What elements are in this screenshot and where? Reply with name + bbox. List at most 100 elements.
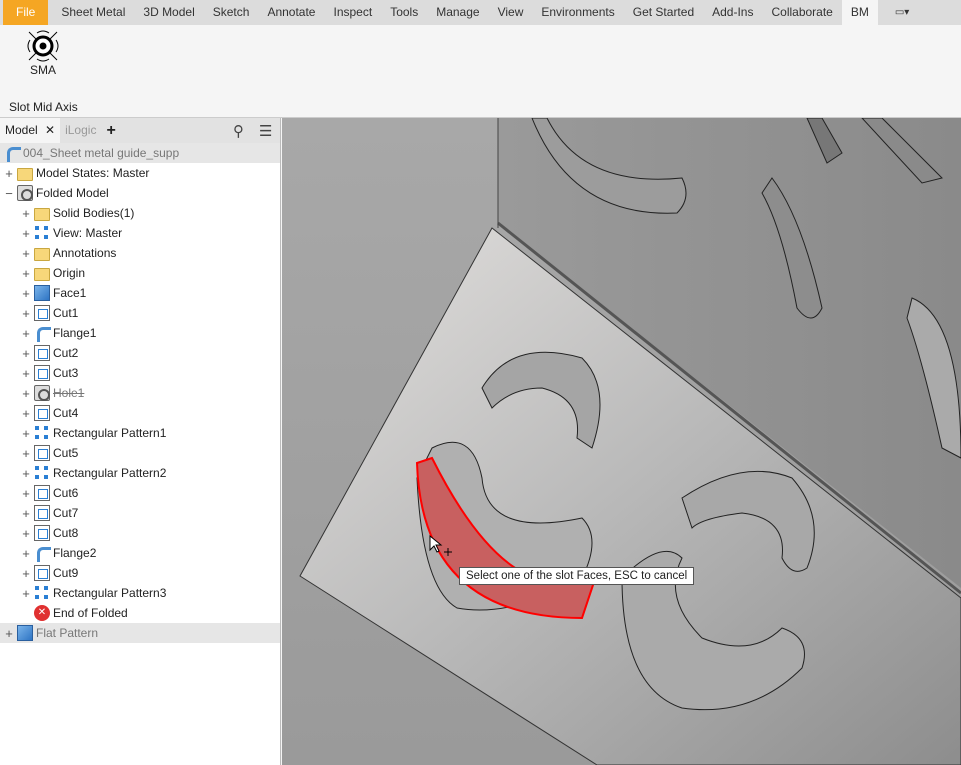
ribbon-tab-collaborate[interactable]: Collaborate (762, 0, 841, 25)
menu-icon[interactable]: ☰ (259, 122, 272, 140)
pattern-icon (34, 585, 50, 601)
browser-item-label: Cut4 (53, 406, 79, 420)
browser-item[interactable]: + Cut8 (0, 523, 280, 543)
browser-item[interactable]: + Annotations (0, 243, 280, 263)
3d-viewport[interactable] (282, 118, 961, 765)
browser-item-label: Rectangular Pattern2 (53, 466, 167, 480)
browser-item-label: Flat Pattern (36, 626, 99, 640)
browser-item[interactable]: + Rectangular Pattern1 (0, 423, 280, 443)
expand-icon[interactable]: + (21, 406, 31, 421)
browser-item-label: Flange2 (53, 546, 97, 560)
browser-item[interactable]: + View: Master (0, 223, 280, 243)
sheet-metal-part-icon (4, 145, 21, 162)
expand-icon[interactable]: + (21, 506, 31, 521)
browser-item[interactable]: + Solid Bodies(1) (0, 203, 280, 223)
expand-icon[interactable]: + (21, 566, 31, 581)
cut-icon (34, 525, 50, 541)
browser-item[interactable]: + Cut1 (0, 303, 280, 323)
expand-icon[interactable]: + (21, 346, 31, 361)
ribbon-tab-add-ins[interactable]: Add-Ins (703, 0, 762, 25)
ribbon-tab-environments[interactable]: Environments (532, 0, 623, 25)
browser-item[interactable]: + Cut6 (0, 483, 280, 503)
folder-icon (34, 247, 50, 261)
expand-icon[interactable]: + (21, 246, 31, 261)
browser-item[interactable]: + Model States: Master (0, 163, 280, 183)
browser-item[interactable]: + Rectangular Pattern2 (0, 463, 280, 483)
browser-item-label: Cut7 (53, 506, 79, 520)
search-icon[interactable]: ⚲ (233, 122, 244, 140)
ribbon-tab-bm[interactable]: BM (841, 0, 878, 25)
browser-item-label: End of Folded (53, 606, 128, 620)
ribbon-tab-inspect[interactable]: Inspect (324, 0, 381, 25)
expand-icon[interactable]: + (21, 466, 31, 481)
browser-item[interactable]: + Cut7 (0, 503, 280, 523)
browser-item[interactable]: + Cut9 (0, 563, 280, 583)
flange-icon (34, 325, 51, 342)
ribbon-tab-sketch[interactable]: Sketch (204, 0, 259, 25)
expand-icon[interactable]: + (21, 226, 31, 241)
browser-item[interactable]: ✕ End of Folded (0, 603, 280, 623)
browser-item[interactable]: + Hole1 (0, 383, 280, 403)
browser-item-label: Cut5 (53, 446, 79, 460)
expand-icon[interactable]: + (21, 326, 31, 341)
add-tab-icon[interactable]: + (101, 118, 120, 143)
expand-icon[interactable]: + (21, 366, 31, 381)
browser-item[interactable]: + Cut2 (0, 343, 280, 363)
ribbon-tab-file[interactable]: File (3, 0, 49, 25)
expand-icon[interactable]: + (21, 386, 31, 401)
ribbon-tab-get-started[interactable]: Get Started (624, 0, 703, 25)
browser-item[interactable]: + Cut3 (0, 363, 280, 383)
browser-item[interactable]: + Flange2 (0, 543, 280, 563)
browser-item-label: Origin (53, 266, 86, 280)
close-icon[interactable]: ✕ (45, 123, 55, 137)
flange-icon (34, 545, 51, 562)
browser-item-label: Flange1 (53, 326, 97, 340)
expand-icon[interactable]: + (21, 286, 31, 301)
expand-icon[interactable]: + (21, 206, 31, 221)
cursor-icon (429, 534, 452, 556)
expand-icon[interactable]: + (21, 306, 31, 321)
browser-item-label: View: Master (53, 226, 123, 240)
browser-item[interactable]: + Rectangular Pattern3 (0, 583, 280, 603)
browser-item[interactable]: − Folded Model (0, 183, 280, 203)
expand-icon[interactable]: + (21, 486, 31, 501)
expand-icon[interactable]: + (21, 266, 31, 281)
tooltip: Select one of the slot Faces, ESC to can… (459, 567, 695, 585)
browser-item[interactable]: + Face1 (0, 283, 280, 303)
browser-item-label: Face1 (53, 286, 87, 300)
browser-item[interactable]: + Cut4 (0, 403, 280, 423)
slot-mid-axis-icon (27, 30, 59, 62)
browser-root[interactable]: 004_Sheet metal guide_supp (0, 143, 280, 163)
ribbon-tab-tools[interactable]: Tools (381, 0, 427, 25)
browser-item[interactable]: + Flange1 (0, 323, 280, 343)
cut-icon (34, 405, 50, 421)
sma-button[interactable]: SMA (16, 29, 70, 77)
expand-icon[interactable]: − (4, 186, 14, 201)
pattern-icon (34, 465, 50, 481)
expand-icon[interactable]: + (4, 626, 14, 641)
view-icon (34, 225, 50, 241)
quick-access-dropdown-icon[interactable]: ▭▾ (886, 0, 918, 25)
ribbon-tab-view[interactable]: View (489, 0, 533, 25)
browser-item[interactable]: + Origin (0, 263, 280, 283)
ribbon-tab-bar: File Sheet Metal 3D Model Sketch Annotate Ins… (0, 0, 961, 25)
expand-icon[interactable]: + (21, 526, 31, 541)
expand-icon[interactable]: + (4, 166, 14, 181)
expand-icon[interactable]: + (21, 446, 31, 461)
expand-icon[interactable]: + (21, 546, 31, 561)
tab-model[interactable]: Model ✕ (0, 118, 61, 143)
ribbon-tab-manage[interactable]: Manage (427, 0, 488, 25)
ribbon-tab-3d-model[interactable]: 3D Model (134, 0, 203, 25)
tab-ilogic[interactable]: iLogic (60, 118, 101, 143)
browser-item-label: Cut9 (53, 566, 79, 580)
ribbon-tab-sheet-metal[interactable]: Sheet Metal (52, 0, 134, 25)
face-icon (34, 285, 50, 301)
browser-item-label: Cut3 (53, 366, 79, 380)
expand-icon[interactable]: + (21, 586, 31, 601)
browser-item[interactable]: + Flat Pattern (0, 623, 280, 643)
browser-item-label: Annotations (53, 246, 117, 260)
browser-item-label: Rectangular Pattern1 (53, 426, 167, 440)
ribbon-tab-annotate[interactable]: Annotate (258, 0, 324, 25)
browser-item[interactable]: + Cut5 (0, 443, 280, 463)
expand-icon[interactable]: + (21, 426, 31, 441)
